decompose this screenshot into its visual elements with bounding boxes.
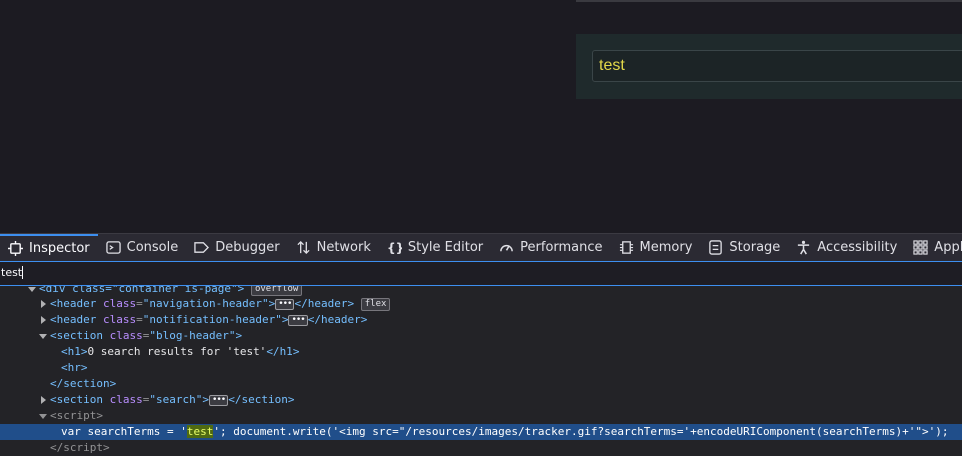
tab-network[interactable]: Network: [288, 234, 379, 261]
node-script-text: var searchTerms = 'test'; document.write…: [61, 425, 949, 438]
tree-row-section-search[interactable]: <section class="search"> ••• </section>: [0, 392, 962, 408]
tree-row-script[interactable]: <script>: [0, 408, 962, 424]
expand-toggle-icon[interactable]: [41, 396, 46, 404]
tab-performance[interactable]: Performance: [491, 234, 610, 261]
tree-row-section-blog[interactable]: <section class="blog-header">: [0, 328, 962, 344]
tab-label: Memory: [639, 240, 693, 255]
tab-label: Console: [126, 240, 179, 255]
tree-row-h1[interactable]: <h1>0 search results for 'test'</h1>: [0, 344, 962, 360]
tab-application[interactable]: Applicati: [905, 234, 962, 261]
search-input[interactable]: test: [592, 50, 962, 82]
collapsed-ellipsis[interactable]: •••: [275, 299, 295, 310]
tab-storage[interactable]: Storage: [700, 234, 788, 261]
search-panel: test: [576, 34, 962, 99]
node-section: <section class="blog-header">: [50, 329, 243, 342]
markup-tree: <div class="container is-page"> overflow…: [0, 286, 962, 456]
search-html-input[interactable]: test: [0, 261, 962, 286]
search-match-highlight: test: [186, 425, 214, 438]
tab-label: Inspector: [29, 241, 90, 256]
node-script: <script>: [50, 409, 103, 422]
tab-accessibility[interactable]: Accessibility: [788, 234, 905, 261]
network-icon: [297, 240, 310, 255]
storage-icon: [709, 240, 723, 255]
tab-label: Accessibility: [817, 240, 898, 255]
tab-label: Storage: [729, 240, 781, 255]
search-html-value: test: [1, 266, 23, 279]
expand-toggle-icon[interactable]: [28, 287, 36, 292]
tree-row-script-text[interactable]: var searchTerms = 'test'; document.write…: [0, 424, 962, 440]
search-input-value: test: [599, 57, 625, 74]
tab-memory[interactable]: Memory: [611, 234, 701, 261]
tree-row-section-close[interactable]: </section>: [0, 376, 962, 392]
node-h1: <h1>0 search results for 'test'</h1>: [61, 345, 300, 358]
tab-label: Performance: [520, 240, 603, 255]
expand-toggle-icon[interactable]: [41, 316, 46, 324]
tab-label: Network: [316, 240, 371, 255]
collapsed-ellipsis[interactable]: •••: [288, 315, 308, 326]
page-viewport: test: [0, 0, 962, 233]
tab-console[interactable]: Console: [98, 234, 187, 261]
text-caret: [22, 266, 23, 279]
performance-icon: [500, 244, 514, 252]
node-section: <section class="search"> ••• </section>: [50, 393, 295, 406]
node-hr: <hr>: [61, 361, 88, 374]
tree-row-header-notification[interactable]: <header class="notification-header"> ••• <…: [0, 312, 962, 328]
tab-debugger[interactable]: Debugger: [186, 234, 287, 261]
console-icon: [105, 241, 121, 254]
overflow-badge[interactable]: overflow: [250, 286, 303, 296]
expand-toggle-icon[interactable]: [41, 300, 46, 308]
tab-label: Style Editor: [407, 240, 484, 255]
node-header: <header class="notification-header"> ••• <…: [50, 313, 368, 326]
tab-label: Applicati: [934, 240, 962, 255]
tab-style-editor[interactable]: {} Style Editor: [379, 234, 491, 261]
node-section-close: </section>: [50, 377, 117, 390]
svg-text:{}: {}: [387, 241, 402, 255]
application-icon: [913, 240, 928, 255]
tab-inspector[interactable]: Inspector: [0, 234, 98, 261]
tree-row-header-nav[interactable]: <header class="navigation-header"> ••• </h…: [0, 296, 962, 312]
expand-toggle-icon[interactable]: [39, 414, 47, 419]
node-script-close: </script>: [50, 441, 110, 454]
flex-badge[interactable]: flex: [360, 298, 391, 311]
tree-row-hr[interactable]: <hr>: [0, 360, 962, 376]
style-editor-icon: {}: [387, 241, 402, 255]
expand-toggle-icon[interactable]: [39, 334, 47, 339]
memory-icon: [619, 241, 633, 254]
tree-row-script-close[interactable]: </script>: [0, 440, 962, 456]
tab-label: Debugger: [215, 240, 280, 255]
inspector-icon: [8, 241, 23, 256]
node-header: <header class="navigation-header"> ••• </h…: [50, 296, 391, 312]
debugger-icon: [194, 242, 210, 253]
devtools-toolbar: Inspector Console Debugger Network {} St…: [0, 233, 962, 261]
page-divider: [576, 0, 962, 2]
collapsed-ellipsis[interactable]: •••: [208, 395, 229, 406]
accessibility-icon: [798, 240, 810, 255]
